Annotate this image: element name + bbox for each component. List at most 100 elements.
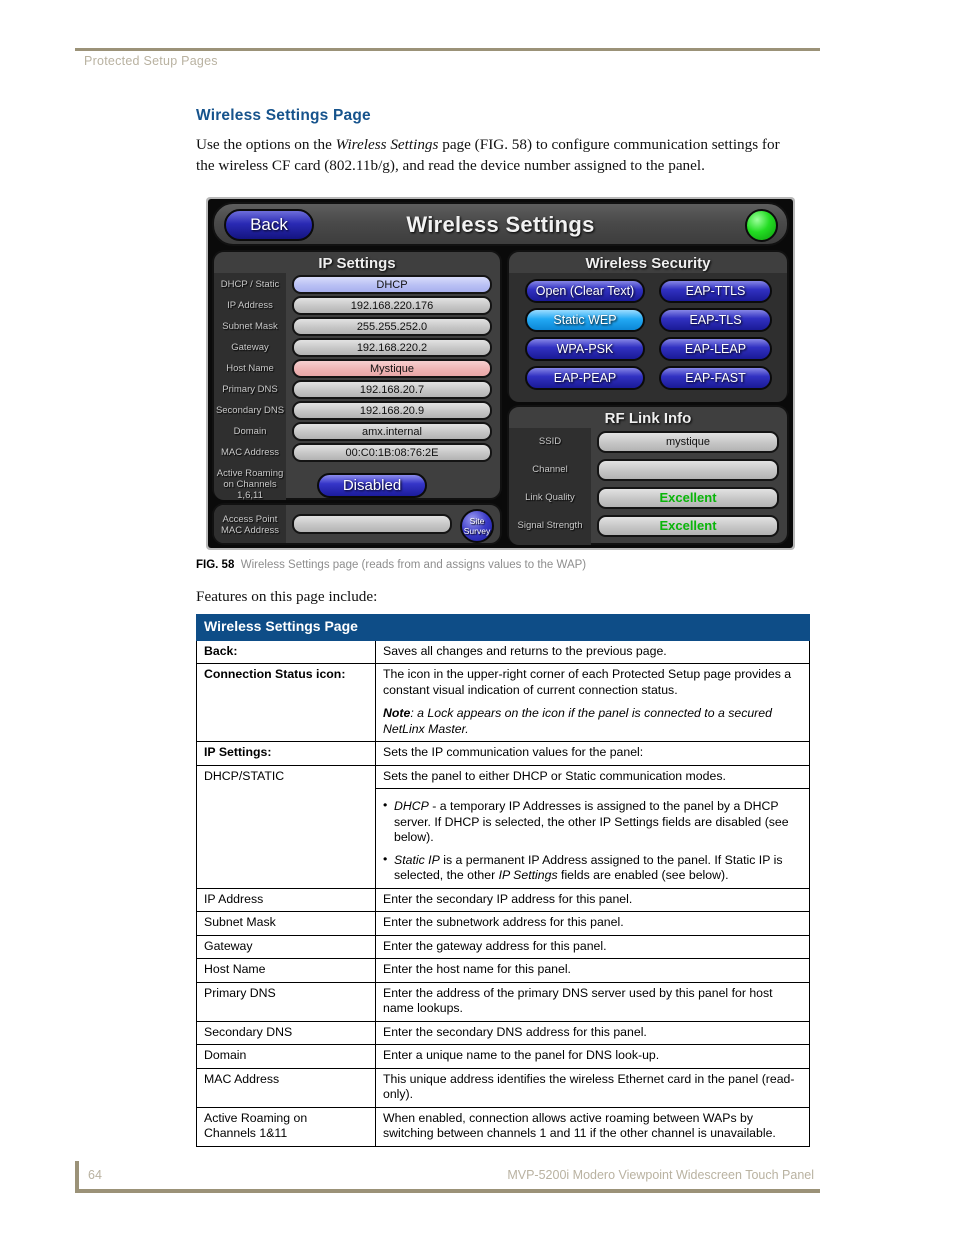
roaming-label-line1: Active Roaming [214, 468, 286, 479]
panel-title: Wireless Settings [214, 212, 787, 238]
row-desc-domain: Enter a unique name to the panel for DNS… [376, 1045, 810, 1069]
row-label-secondary-dns: Secondary DNS [197, 1021, 376, 1045]
row-label-primary-dns: Primary DNS [197, 982, 376, 1021]
row-label-subnet-mask: Subnet Mask [197, 912, 376, 936]
row-desc-mac-address: This unique address identifies the wirel… [376, 1068, 810, 1107]
table-row: Connection Status icon: The icon in the … [197, 664, 810, 742]
dhcp-bullet-list: DHCP - a temporary IP Addresses is assig… [383, 799, 802, 884]
features-line: Features on this page include: [196, 588, 377, 606]
field-secondary-dns[interactable]: 192.168.20.9 [292, 401, 492, 420]
table-row: Domain Enter a unique name to the panel … [197, 1045, 810, 1069]
row-label-gateway: Gateway [197, 935, 376, 959]
rf-link-info-group: RF Link Info SSID Channel Link Quality S… [507, 405, 789, 545]
field-gateway[interactable]: 192.168.220.2 [292, 338, 492, 357]
label-ip-address: IP Address [214, 300, 286, 311]
rf-link-info-title: RF Link Info [509, 410, 787, 427]
row-label-connection-status: Connection Status icon: [197, 664, 376, 742]
wireless-security-group: Wireless Security Open (Clear Text) Stat… [507, 250, 789, 402]
field-mac-address: 00:C0:1B:08:76:2E [292, 443, 492, 462]
security-option-eap-leap[interactable]: EAP-LEAP [659, 337, 772, 361]
running-head: Protected Setup Pages [84, 54, 218, 68]
intro-text-italic: Wireless Settings [336, 136, 439, 153]
row-desc-connection-status: The icon in the upper-right corner of ea… [376, 664, 810, 742]
figure-label: FIG. 58 [196, 559, 234, 571]
header-rule [75, 48, 820, 51]
bullet2-italic2: IP Settings [499, 868, 558, 882]
field-domain[interactable]: amx.internal [292, 422, 492, 441]
security-option-eap-peap[interactable]: EAP-PEAP [525, 366, 645, 390]
label-channel: Channel [509, 464, 591, 475]
row-desc-dhcp-static: Sets the panel to either DHCP or Static … [376, 765, 810, 789]
status-note: Note: a Lock appears on the icon if the … [383, 706, 802, 737]
table-row: Back: Saves all changes and returns to t… [197, 640, 810, 664]
site-survey-line2: Survey [462, 526, 492, 536]
active-roaming-toggle[interactable]: Disabled [317, 473, 427, 498]
row-desc-primary-dns: Enter the address of the primary DNS ser… [376, 982, 810, 1021]
field-ip-address[interactable]: 192.168.220.176 [292, 296, 492, 315]
page-number: 64 [88, 1168, 102, 1182]
label-primary-dns: Primary DNS [214, 384, 286, 395]
security-option-eap-ttls[interactable]: EAP-TTLS [659, 279, 772, 303]
table-header-row: Wireless Settings Page [197, 615, 810, 641]
row-desc-gateway: Enter the gateway address for this panel… [376, 935, 810, 959]
status-note-rest: : a Lock appears on the icon if the pane… [383, 706, 772, 736]
label-ssid: SSID [509, 436, 591, 447]
roaming-label-line3: 1,6,11 [214, 490, 286, 501]
ip-settings-group: IP Settings DHCP / Static IP Address Sub… [212, 250, 502, 500]
features-table: Wireless Settings Page Back: Saves all c… [196, 614, 810, 1147]
row-desc-back: Saves all changes and returns to the pre… [376, 640, 810, 664]
access-point-group: Access Point MAC Address Site Survey [212, 503, 502, 545]
table-header-cell: Wireless Settings Page [197, 615, 810, 641]
table-row: IP Address Enter the secondary IP addres… [197, 888, 810, 912]
row-desc-ip-settings: Sets the IP communication values for the… [376, 742, 810, 766]
figure-caption: FIG. 58 Wireless Settings page (reads fr… [196, 559, 586, 571]
field-host-name[interactable]: Mystique [292, 359, 492, 378]
security-option-eap-tls[interactable]: EAP-TLS [659, 308, 772, 332]
row-label-domain: Domain [197, 1045, 376, 1069]
footer-rule [75, 1189, 820, 1193]
row-label-ip-settings: IP Settings: [197, 742, 376, 766]
row-desc-active-roaming: When enabled, connection allows active r… [376, 1107, 810, 1146]
label-dhcp-static: DHCP / Static [214, 279, 286, 290]
roam-label-line1: Active Roaming on [204, 1111, 368, 1127]
label-secondary-dns: Secondary DNS [214, 405, 286, 416]
footer-title: MVP-5200i Modero Viewpoint Widescreen To… [507, 1168, 814, 1182]
row-desc-secondary-dns: Enter the secondary DNS address for this… [376, 1021, 810, 1045]
roaming-label-line2: on Channels [214, 479, 286, 490]
field-signal-strength: Excellent [597, 515, 779, 537]
field-access-point-mac[interactable] [292, 514, 452, 534]
table-row: IP Settings: Sets the IP communication v… [197, 742, 810, 766]
intro-paragraph: Use the options on the Wireless Settings… [196, 134, 796, 176]
field-subnet-mask[interactable]: 255.255.252.0 [292, 317, 492, 336]
security-option-eap-fast[interactable]: EAP-FAST [659, 366, 772, 390]
security-option-static-wep[interactable]: Static WEP [525, 308, 645, 332]
roam-label-line2: Channels 1&11 [204, 1126, 368, 1142]
table-row: Secondary DNS Enter the secondary DNS ad… [197, 1021, 810, 1045]
site-survey-button[interactable]: Site Survey [460, 509, 494, 543]
bullet2-rest2: fields are enabled (see below). [558, 868, 729, 882]
security-option-wpa-psk[interactable]: WPA-PSK [525, 337, 645, 361]
table-row: Subnet Mask Enter the subnetwork address… [197, 912, 810, 936]
row-label-mac-address: MAC Address [197, 1068, 376, 1107]
security-option-open-clear-text[interactable]: Open (Clear Text) [525, 279, 645, 303]
table-row: DHCP/STATIC Sets the panel to either DHC… [197, 765, 810, 789]
label-signal-strength: Signal Strength [509, 520, 591, 531]
panel-titlebar: Back Wireless Settings [212, 202, 789, 246]
field-primary-dns[interactable]: 192.168.20.7 [292, 380, 492, 399]
label-mac-address: MAC Address [214, 447, 286, 458]
label-domain: Domain [214, 426, 286, 437]
row-label-dhcp-static: DHCP/STATIC [197, 765, 376, 888]
field-dhcp-static[interactable]: DHCP [292, 275, 492, 294]
table-row: Primary DNS Enter the address of the pri… [197, 982, 810, 1021]
label-active-roaming: Active Roaming on Channels 1,6,11 [214, 468, 286, 501]
site-survey-line1: Site [462, 516, 492, 526]
field-ssid: mystique [597, 431, 779, 453]
row-label-ip-address: IP Address [197, 888, 376, 912]
table-row: Host Name Enter the host name for this p… [197, 959, 810, 983]
connection-status-icon [745, 209, 778, 242]
table-row: Active Roaming on Channels 1&11 When ena… [197, 1107, 810, 1146]
bullet1-rest: - a temporary IP Addresses is assigned t… [394, 799, 789, 844]
row-desc-ip-address: Enter the secondary IP address for this … [376, 888, 810, 912]
label-link-quality: Link Quality [509, 492, 591, 503]
label-gateway: Gateway [214, 342, 286, 353]
